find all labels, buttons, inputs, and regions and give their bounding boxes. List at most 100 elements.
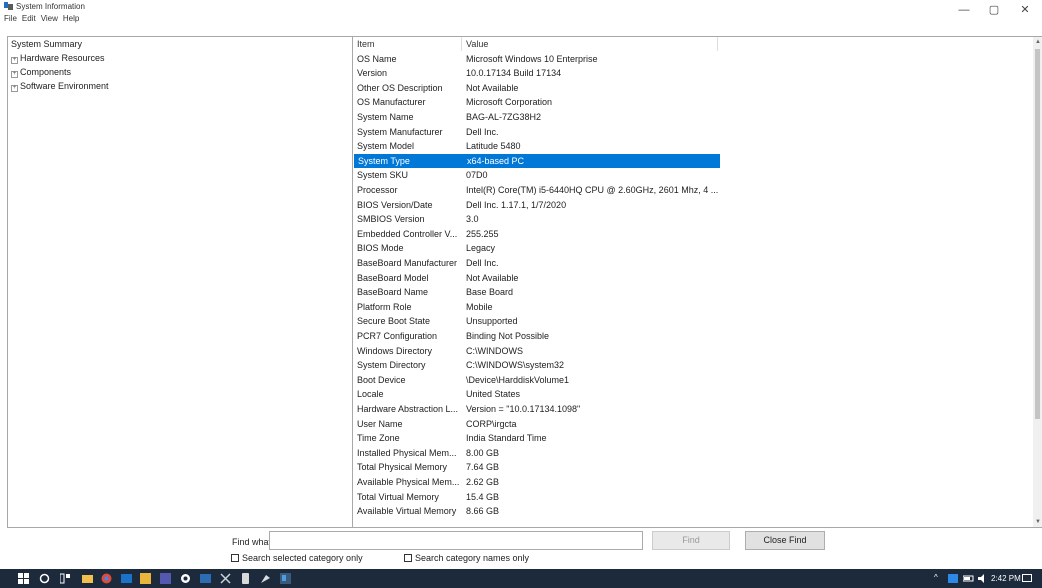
- table-row[interactable]: BaseBoard Name Base Board: [353, 285, 1033, 300]
- tree-item-components[interactable]: + Components: [11, 66, 71, 79]
- table-row[interactable]: Available Virtual Memory 8.66 GB: [353, 504, 1033, 519]
- chrome-icon[interactable]: [101, 573, 112, 584]
- search-icon[interactable]: [39, 573, 50, 584]
- volume-icon[interactable]: [978, 574, 988, 583]
- table-row[interactable]: Boot Device \Device\HarddiskVolume1: [353, 373, 1033, 388]
- checkbox-box[interactable]: [231, 554, 239, 562]
- cell-item: Available Virtual Memory: [357, 506, 457, 517]
- table-row[interactable]: BaseBoard Manufacturer Dell Inc.: [353, 256, 1033, 271]
- cell-item: Boot Device: [357, 374, 406, 385]
- table-row[interactable]: Other OS Description Not Available: [353, 81, 1033, 96]
- find-what-input[interactable]: [269, 531, 643, 550]
- scrollbar-thumb[interactable]: [1035, 49, 1040, 419]
- windows-start-icon[interactable]: [18, 573, 29, 584]
- sticky-notes-icon[interactable]: [140, 573, 151, 584]
- close-find-button[interactable]: Close Find: [745, 531, 825, 550]
- phone-icon[interactable]: [240, 573, 251, 584]
- snipping-tool-icon[interactable]: [220, 573, 231, 584]
- chevron-up-icon[interactable]: ^: [934, 573, 938, 582]
- search-category-names-checkbox[interactable]: Search category names only: [404, 553, 529, 564]
- system-information-app-icon: [4, 2, 13, 10]
- cell-item: User Name: [357, 418, 403, 429]
- cell-value: Not Available: [466, 82, 519, 93]
- cell-value: 07D0: [466, 170, 488, 181]
- table-row[interactable]: System Type x64-based PC: [354, 153, 720, 169]
- menu-bar: File Edit View Help: [0, 13, 79, 25]
- table-row[interactable]: OS Manufacturer Microsoft Corporation: [353, 95, 1033, 110]
- tree-item-label: Software Environment: [20, 81, 109, 91]
- table-row[interactable]: Total Physical Memory 7.64 GB: [353, 460, 1033, 475]
- table-row[interactable]: Available Physical Mem... 2.62 GB: [353, 475, 1033, 490]
- table-row[interactable]: User Name CORP\irgcta: [353, 417, 1033, 432]
- table-row[interactable]: System Model Latitude 5480: [353, 139, 1033, 154]
- cell-value: 2.62 GB: [466, 476, 500, 487]
- outlook-icon[interactable]: [121, 573, 132, 584]
- powershell-icon[interactable]: [200, 573, 211, 584]
- column-divider[interactable]: [717, 37, 718, 51]
- system-information-taskbar-icon[interactable]: [280, 573, 291, 584]
- table-row[interactable]: Platform Role Mobile: [353, 300, 1033, 315]
- table-row[interactable]: Windows Directory C:\WINDOWS: [353, 344, 1033, 359]
- menu-help[interactable]: Help: [63, 13, 79, 25]
- table-row[interactable]: SMBIOS Version 3.0: [353, 212, 1033, 227]
- table-row[interactable]: Version 10.0.17134 Build 17134: [353, 66, 1033, 81]
- cell-item: Embedded Controller V...: [357, 228, 458, 239]
- table-row[interactable]: OS Name Microsoft Windows 10 Enterprise: [353, 52, 1033, 67]
- tree-item-software-environment[interactable]: + Software Environment: [11, 80, 109, 93]
- table-row[interactable]: Time Zone India Standard Time: [353, 431, 1033, 446]
- table-row[interactable]: BIOS Mode Legacy: [353, 241, 1033, 256]
- column-header-value[interactable]: Value: [466, 39, 488, 49]
- cell-value: 15.4 GB: [466, 491, 500, 502]
- maximize-button[interactable]: ▢: [985, 4, 1003, 18]
- battery-icon[interactable]: [963, 574, 974, 583]
- table-row[interactable]: System Manufacturer Dell Inc.: [353, 125, 1033, 140]
- paint-icon[interactable]: [260, 573, 271, 584]
- table-row[interactable]: System Name BAG-AL-7ZG38H2: [353, 110, 1033, 125]
- table-row[interactable]: Embedded Controller V... 255.255: [353, 227, 1033, 242]
- expand-icon[interactable]: +: [11, 85, 18, 92]
- table-row[interactable]: Processor Intel(R) Core(TM) i5-6440HQ CPU…: [353, 183, 1033, 198]
- tree-item-label: Components: [20, 67, 72, 77]
- cell-value: 7.64 GB: [466, 462, 500, 473]
- close-button[interactable]: ✕: [1016, 4, 1034, 18]
- network-icon[interactable]: [948, 574, 958, 583]
- cell-value: 8.66 GB: [466, 506, 500, 517]
- teams-icon[interactable]: [160, 573, 171, 584]
- table-row[interactable]: BIOS Version/Date Dell Inc. 1.17.1, 1/7/2…: [353, 198, 1033, 213]
- table-row[interactable]: Installed Physical Mem... 8.00 GB: [353, 446, 1033, 461]
- column-divider[interactable]: [461, 37, 462, 51]
- menu-view[interactable]: View: [41, 13, 58, 25]
- table-row[interactable]: System SKU 07D0: [353, 168, 1033, 183]
- search-selected-category-checkbox[interactable]: Search selected category only: [231, 553, 363, 564]
- cell-value: 255.255: [466, 228, 499, 239]
- settings-icon[interactable]: [180, 573, 191, 584]
- tree-item-hardware-resources[interactable]: + Hardware Resources: [11, 52, 105, 65]
- table-row[interactable]: Locale United States: [353, 387, 1033, 402]
- find-button[interactable]: Find: [652, 531, 730, 550]
- clock[interactable]: 2:42 PM: [991, 574, 1021, 583]
- table-row[interactable]: Total Virtual Memory 15.4 GB: [353, 490, 1033, 505]
- menu-file[interactable]: File: [4, 13, 17, 25]
- expand-icon[interactable]: +: [11, 71, 18, 78]
- notification-center-icon[interactable]: [1022, 574, 1032, 583]
- cell-item: System Manufacturer: [357, 126, 443, 137]
- column-header-item[interactable]: Item: [357, 39, 375, 49]
- tree-item-system-summary[interactable]: System Summary: [11, 38, 82, 51]
- scroll-down-icon[interactable]: ▼: [1035, 519, 1041, 525]
- task-view-icon[interactable]: [60, 573, 71, 584]
- scroll-up-icon[interactable]: ▲: [1035, 39, 1041, 45]
- table-row[interactable]: Secure Boot State Unsupported: [353, 314, 1033, 329]
- file-explorer-icon[interactable]: [82, 573, 93, 584]
- cell-item: SMBIOS Version: [357, 214, 425, 225]
- expand-icon[interactable]: +: [11, 57, 18, 64]
- vertical-scrollbar[interactable]: ▲ ▼: [1033, 37, 1042, 527]
- menu-edit[interactable]: Edit: [22, 13, 36, 25]
- table-row[interactable]: System Directory C:\WINDOWS\system32: [353, 358, 1033, 373]
- checkbox-box[interactable]: [404, 554, 412, 562]
- minimize-button[interactable]: —: [955, 4, 973, 18]
- cell-item: Hardware Abstraction L...: [357, 403, 459, 414]
- cell-value: Dell Inc.: [466, 126, 499, 137]
- table-row[interactable]: PCR7 Configuration Binding Not Possible: [353, 329, 1033, 344]
- table-row[interactable]: Hardware Abstraction L... Version = "10.0…: [353, 402, 1033, 417]
- table-row[interactable]: BaseBoard Model Not Available: [353, 271, 1033, 286]
